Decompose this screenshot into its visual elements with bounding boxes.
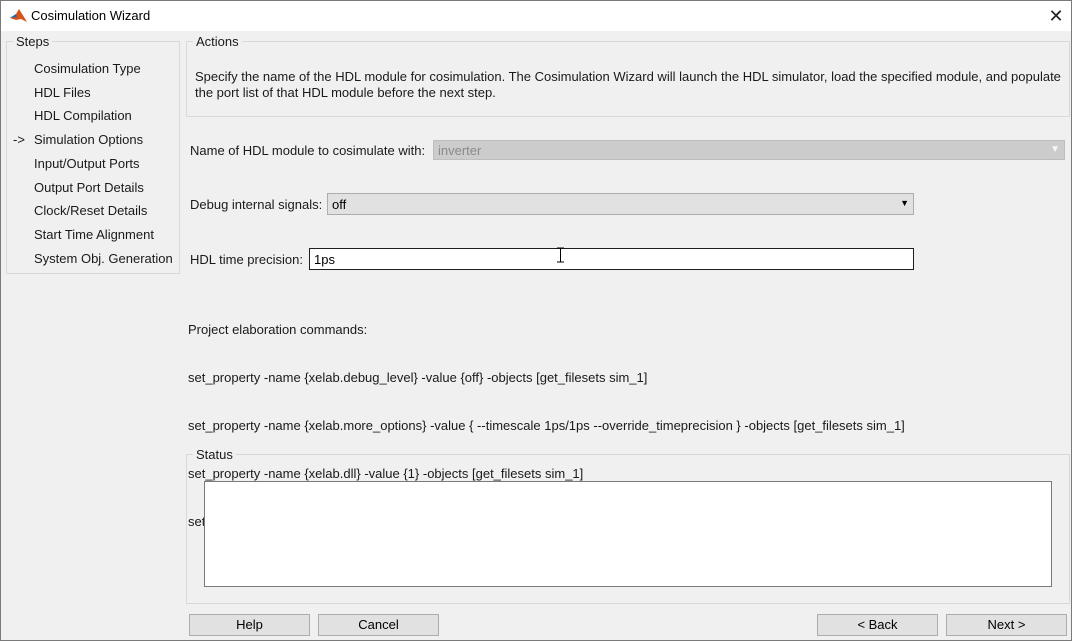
time-precision-field[interactable] — [309, 248, 914, 270]
title-bar: Cosimulation Wizard ✕ — [1, 1, 1071, 31]
close-icon[interactable]: ✕ — [1045, 6, 1067, 26]
current-step-arrow-icon: -> — [13, 132, 25, 147]
actions-description: Specify the name of the HDL module for c… — [195, 69, 1061, 100]
time-precision-input[interactable] — [310, 250, 909, 268]
module-name-value: inverter — [438, 143, 482, 158]
step-input-output-ports[interactable]: Input/Output Ports — [34, 156, 140, 171]
help-button[interactable]: Help — [189, 614, 310, 636]
command-line: set_property -name {xelab.more_options} … — [188, 418, 905, 433]
actions-title: Actions — [196, 34, 239, 49]
status-text-area[interactable] — [204, 481, 1052, 587]
step-system-obj-generation[interactable]: System Obj. Generation — [34, 251, 173, 266]
step-cosimulation-type[interactable]: Cosimulation Type — [34, 61, 141, 76]
step-hdl-compilation[interactable]: HDL Compilation — [34, 108, 132, 123]
matlab-logo-icon — [10, 9, 27, 22]
debug-signals-dropdown[interactable]: off ▼ — [327, 193, 914, 215]
actions-panel: Actions Specify the name of the HDL modu… — [186, 34, 1070, 117]
chevron-down-icon: ▼ — [900, 198, 909, 208]
text-cursor-icon — [557, 247, 564, 263]
debug-signals-value: off — [332, 197, 347, 212]
window-title: Cosimulation Wizard — [31, 8, 151, 23]
time-precision-label: HDL time precision: — [190, 252, 303, 267]
commands-title: Project elaboration commands: — [188, 322, 368, 337]
next-button[interactable]: Next > — [946, 614, 1067, 636]
status-title: Status — [196, 447, 233, 462]
cancel-button[interactable]: Cancel — [318, 614, 439, 636]
step-clock-reset-details[interactable]: Clock/Reset Details — [34, 203, 147, 218]
step-hdl-files[interactable]: HDL Files — [34, 85, 91, 100]
step-start-time-alignment[interactable]: Start Time Alignment — [34, 227, 154, 242]
step-output-port-details[interactable]: Output Port Details — [34, 180, 144, 195]
cosimulation-wizard-window: Cosimulation Wizard ✕ Steps -> Cosimulat… — [0, 0, 1072, 641]
module-name-label: Name of HDL module to cosimulate with: — [190, 143, 426, 158]
command-line: set_property -name {xelab.debug_level} -… — [188, 370, 648, 385]
module-name-dropdown: inverter ▼ — [433, 140, 1065, 160]
debug-signals-label: Debug internal signals: — [190, 197, 323, 212]
chevron-down-icon: ▼ — [1050, 144, 1060, 155]
steps-title: Steps — [16, 34, 50, 49]
back-button[interactable]: < Back — [817, 614, 938, 636]
step-simulation-options[interactable]: Simulation Options — [34, 132, 143, 147]
